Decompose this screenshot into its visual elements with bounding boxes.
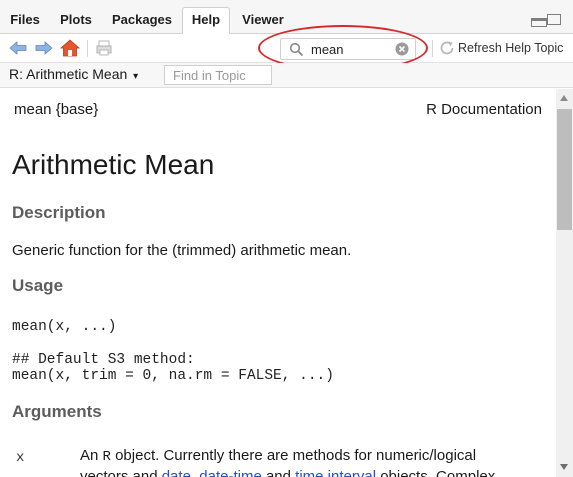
search-icon [289,42,304,62]
toolbar-separator [432,40,433,57]
topic-bar: R: Arithmetic Mean ▾ [0,63,573,88]
description-heading: Description [12,203,106,222]
usage-code-line: mean(x, trim = 0, na.rm = FALSE, ...) [12,368,334,384]
link-date-time[interactable]: date-time [199,468,262,477]
scrollbar-thumb[interactable] [557,109,572,230]
page-title: Arithmetic Mean [12,149,215,180]
scroll-up-icon[interactable] [560,95,568,101]
link-date[interactable]: date [162,468,191,477]
window-buttons [531,14,565,28]
argument-name: x [16,450,25,466]
arrow-right-icon[interactable] [34,38,54,58]
refresh-help-topic-button[interactable]: Refresh Help Topic [458,41,563,55]
help-search-box[interactable] [280,38,416,60]
clear-icon[interactable] [395,42,409,61]
argument-line: vectors and date, date-time and time int… [80,467,495,477]
tab-packages[interactable]: Packages [106,8,178,34]
tab-viewer[interactable]: Viewer [236,8,290,34]
inline-code: R [102,449,111,465]
topic-dropdown-label: R: Arithmetic Mean [9,66,128,82]
argument-line: An R object. Currently there are methods… [80,447,477,465]
usage-code-line: ## Default S3 method: [12,352,195,368]
refresh-icon[interactable] [438,39,458,59]
minimize-pane-icon[interactable] [531,18,547,27]
find-in-topic-input[interactable] [164,65,272,85]
argument-description: An R object. Currently there are methods… [80,446,495,477]
help-document: mean {base} R Documentation Arithmetic M… [0,89,556,477]
pane-tab-bar: Files Plots Packages Help Viewer [0,0,573,35]
usage-heading: Usage [12,276,64,295]
scroll-down-icon[interactable] [560,464,568,470]
doc-package-label: mean {base} [14,101,99,118]
chevron-down-icon: ▾ [133,71,139,82]
help-search-input[interactable] [311,42,393,57]
arguments-heading: Arguments [12,402,102,421]
arrow-left-icon[interactable] [8,38,28,58]
maximize-pane-icon[interactable] [547,14,561,25]
tab-help[interactable]: Help [182,7,230,35]
usage-code-line: mean(x, ...) [12,319,117,335]
help-toolbar: Refresh Help Topic [0,34,573,63]
tab-plots[interactable]: Plots [54,8,98,34]
home-icon[interactable] [59,38,81,58]
print-icon[interactable] [94,38,114,58]
toolbar-separator [87,40,88,57]
doc-source-label: R Documentation [426,101,542,118]
topic-dropdown[interactable]: R: Arithmetic Mean ▾ [9,66,138,82]
vertical-scrollbar[interactable] [556,89,573,477]
description-text: Generic function for the (trimmed) arith… [12,242,352,259]
link-time-interval[interactable]: time interval [295,468,376,477]
tab-files[interactable]: Files [6,8,44,34]
